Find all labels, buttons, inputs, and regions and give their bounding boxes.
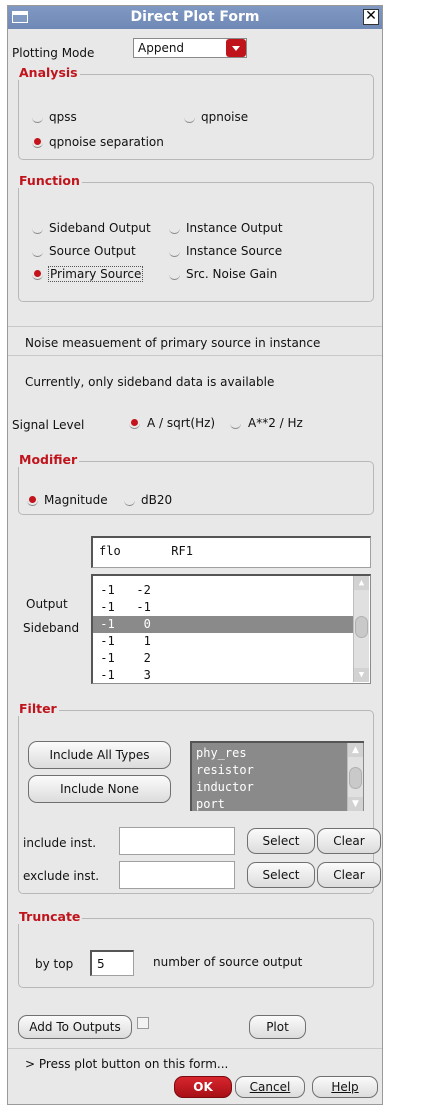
chevron-down-icon [226, 39, 246, 57]
include-none-button[interactable]: Include None [28, 775, 171, 803]
radio-db20-label: dB20 [141, 493, 173, 507]
list-item[interactable]: -1 -2 [93, 582, 353, 599]
scroll-thumb[interactable] [355, 616, 368, 638]
type-list-item[interactable]: inductor [196, 779, 254, 796]
truncate-group: Truncate by top 5 number of source outpu… [17, 909, 374, 988]
radio-primary-source-label: Primary Source [48, 266, 144, 282]
help-button[interactable]: Help [312, 1076, 378, 1098]
sideband-header-text: flo RF1 [99, 544, 193, 558]
list-item[interactable]: -1 3 [93, 667, 353, 683]
radio-a-sqrt-hz-label: A / sqrt(Hz) [147, 416, 216, 430]
by-top-label: by top [35, 957, 74, 971]
radio-instance-output-label: Instance Output [186, 221, 283, 235]
radio-qpnoise-separation[interactable] [32, 137, 43, 148]
info-line-2: Currently, only sideband data is availab… [25, 375, 275, 389]
add-to-outputs-checkbox[interactable] [137, 1017, 149, 1029]
scroll-down-icon[interactable]: ▼ [354, 668, 369, 682]
radio-sideband-output-label: Sideband Output [49, 221, 151, 235]
radio-a-sqrt-hz[interactable] [129, 418, 140, 429]
signal-level-label: Signal Level [12, 418, 85, 432]
truncate-suffix: number of source output [153, 955, 303, 969]
function-title: Function [17, 173, 82, 188]
include-inst-input[interactable] [119, 827, 235, 855]
exclude-select-button[interactable]: Select [247, 862, 315, 888]
truncate-title: Truncate [17, 909, 83, 924]
radio-source-output[interactable] [32, 246, 43, 257]
include-all-types-button[interactable]: Include All Types [28, 741, 171, 769]
scroll-up-icon[interactable]: ▲ [348, 743, 363, 757]
info-line-1: Noise measuement of primary source in in… [25, 336, 321, 350]
radio-instance-source-label: Instance Source [186, 244, 283, 258]
plotting-mode-select[interactable]: Append [133, 38, 247, 58]
list-item-selected[interactable]: -1 0 [93, 616, 353, 633]
radio-qpss[interactable] [32, 112, 43, 123]
include-clear-button[interactable]: Clear [317, 828, 381, 854]
type-list[interactable]: phy_res resistor inductor port ▲ ▼ [190, 741, 364, 811]
sideband-list[interactable]: -1 -2 -1 -1 -1 0 -1 1 -1 2 -1 3 ▲ ▼ [91, 574, 371, 684]
sideband-label: Sideband [23, 621, 80, 635]
list-item[interactable]: -1 2 [93, 650, 353, 667]
plotting-mode-label: Plotting Mode [12, 46, 95, 60]
status-text: > Press plot button on this form... [25, 1057, 229, 1071]
radio-magnitude[interactable] [27, 495, 38, 506]
type-list-item[interactable]: resistor [196, 762, 254, 779]
ok-button[interactable]: OK [174, 1076, 232, 1098]
radio-instance-output[interactable] [169, 223, 180, 234]
filter-title: Filter [17, 701, 59, 716]
scroll-thumb[interactable] [349, 767, 362, 789]
radio-source-output-label: Source Output [49, 244, 136, 258]
radio-src-noise-gain[interactable] [169, 269, 180, 280]
window-title: Direct Plot Form [130, 9, 260, 25]
by-top-value: 5 [97, 957, 105, 971]
add-to-outputs-button[interactable]: Add To Outputs [18, 1015, 132, 1039]
radio-qpnoise-label: qpnoise [201, 110, 249, 124]
analysis-group: Analysis qpss qpnoise qpnoise separation [17, 65, 374, 160]
scroll-up-icon[interactable]: ▲ [354, 576, 369, 590]
close-icon[interactable]: ✕ [363, 9, 379, 25]
separator [8, 326, 382, 327]
radio-sideband-output[interactable] [32, 223, 43, 234]
list-item[interactable]: -1 -1 [93, 599, 353, 616]
sideband-scrollbar[interactable]: ▲ ▼ [353, 576, 369, 682]
include-select-button[interactable]: Select [247, 828, 315, 854]
separator [8, 355, 382, 356]
output-label: Output [26, 597, 68, 611]
plot-button[interactable]: Plot [249, 1015, 306, 1039]
type-list-item[interactable]: phy_res [196, 745, 247, 762]
plotting-mode-value: Append [138, 41, 185, 55]
radio-primary-source[interactable] [32, 269, 43, 280]
list-item[interactable]: -1 1 [93, 633, 353, 650]
type-list-item[interactable]: port [196, 796, 225, 811]
cancel-button[interactable]: Cancel [235, 1076, 305, 1098]
separator [8, 1048, 382, 1049]
radio-a2-hz-label: A**2 / Hz [248, 416, 303, 430]
type-list-scrollbar[interactable]: ▲ ▼ [347, 743, 363, 811]
by-top-input[interactable]: 5 [90, 950, 134, 976]
radio-a2-hz[interactable] [230, 418, 241, 429]
exclude-inst-label: exclude inst. [23, 869, 100, 883]
direct-plot-form-window: Direct Plot Form ✕ Plotting Mode Append … [7, 5, 383, 1105]
function-group: Function Sideband Output Instance Output… [17, 173, 374, 302]
exclude-clear-button[interactable]: Clear [317, 862, 381, 888]
radio-src-noise-gain-label: Src. Noise Gain [186, 267, 278, 281]
analysis-title: Analysis [17, 65, 80, 80]
modifier-group: Modifier Magnitude dB20 [17, 452, 374, 515]
radio-magnitude-label: Magnitude [44, 493, 108, 507]
modifier-title: Modifier [17, 452, 80, 467]
radio-qpnoise-separation-label: qpnoise separation [49, 135, 164, 149]
include-inst-label: include inst. [23, 836, 97, 850]
radio-qpnoise[interactable] [184, 112, 195, 123]
exclude-inst-input[interactable] [119, 861, 235, 889]
scroll-down-icon[interactable]: ▼ [348, 797, 363, 811]
filter-group: Filter Include All Types Include None ph… [17, 701, 381, 894]
radio-db20[interactable] [124, 495, 135, 506]
radio-instance-source[interactable] [169, 246, 180, 257]
radio-qpss-label: qpss [49, 110, 77, 124]
sideband-header: flo RF1 [91, 536, 371, 568]
title-bar[interactable]: Direct Plot Form ✕ [8, 6, 382, 29]
